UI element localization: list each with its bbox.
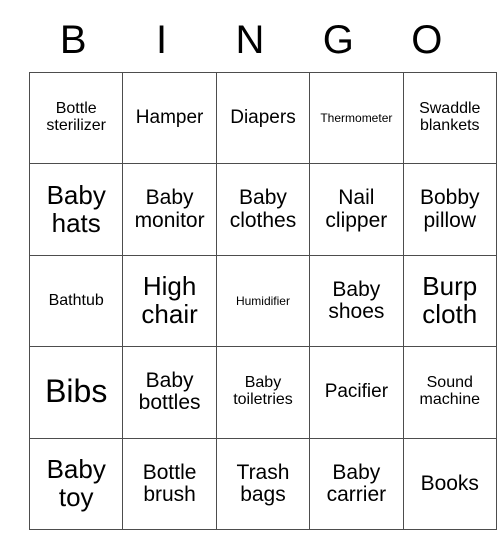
bingo-card: B I N G O Bottle sterilizer Hamper Diape… — [28, 8, 497, 530]
bingo-row: Bottle sterilizer Hamper Diapers Thermom… — [28, 71, 497, 165]
bingo-cell[interactable]: Sound machine — [402, 346, 497, 439]
bingo-cell[interactable]: Baby toy — [28, 437, 124, 530]
bingo-cell[interactable]: Hamper — [122, 71, 217, 165]
bingo-header: B I N G O — [29, 8, 471, 72]
bingo-cell[interactable]: Bathtub — [28, 254, 124, 348]
bingo-cell[interactable]: Baby monitor — [122, 163, 217, 256]
bingo-cell[interactable]: Bottle brush — [122, 437, 217, 530]
bingo-header-letter-o: O — [411, 18, 443, 62]
bingo-cell[interactable]: Trash bags — [215, 437, 311, 530]
bingo-grid: Bottle sterilizer Hamper Diapers Thermom… — [28, 71, 497, 530]
bingo-cell[interactable]: Baby shoes — [309, 254, 404, 348]
bingo-header-letter-g: G — [322, 18, 354, 62]
bingo-header-letter-n: N — [235, 18, 265, 62]
bingo-cell[interactable]: Baby clothes — [215, 163, 311, 256]
bingo-cell[interactable]: High chair — [122, 254, 217, 348]
bingo-cell[interactable]: Diapers — [215, 71, 311, 165]
bingo-cell[interactable]: Bobby pillow — [402, 163, 497, 256]
bingo-header-letter-b: B — [59, 18, 87, 62]
bingo-header-letter-i: I — [156, 18, 168, 62]
bingo-row: Baby hats Baby monitor Baby clothes Nail… — [28, 163, 497, 256]
bingo-cell[interactable]: Humidifier — [215, 254, 311, 348]
bingo-row: Bathtub High chair Humidifier Baby shoes… — [28, 254, 497, 348]
bingo-cell[interactable]: Bibs — [28, 346, 124, 439]
bingo-cell[interactable]: Burp cloth — [402, 254, 497, 348]
bingo-cell[interactable]: Nail clipper — [309, 163, 404, 256]
bingo-cell[interactable]: Baby hats — [28, 163, 124, 256]
bingo-cell[interactable]: Baby bottles — [122, 346, 217, 439]
bingo-cell[interactable]: Baby toiletries — [215, 346, 311, 439]
bingo-cell[interactable]: Baby carrier — [309, 437, 404, 530]
bingo-cell[interactable]: Pacifier — [309, 346, 404, 439]
bingo-cell[interactable]: Thermometer — [309, 71, 404, 165]
bingo-row: Bibs Baby bottles Baby toiletries Pacifi… — [28, 346, 497, 439]
bingo-cell[interactable]: Books — [402, 437, 497, 530]
bingo-cell[interactable]: Bottle sterilizer — [28, 71, 124, 165]
bingo-cell[interactable]: Swaddle blankets — [402, 71, 497, 165]
bingo-row: Baby toy Bottle brush Trash bags Baby ca… — [28, 437, 497, 530]
